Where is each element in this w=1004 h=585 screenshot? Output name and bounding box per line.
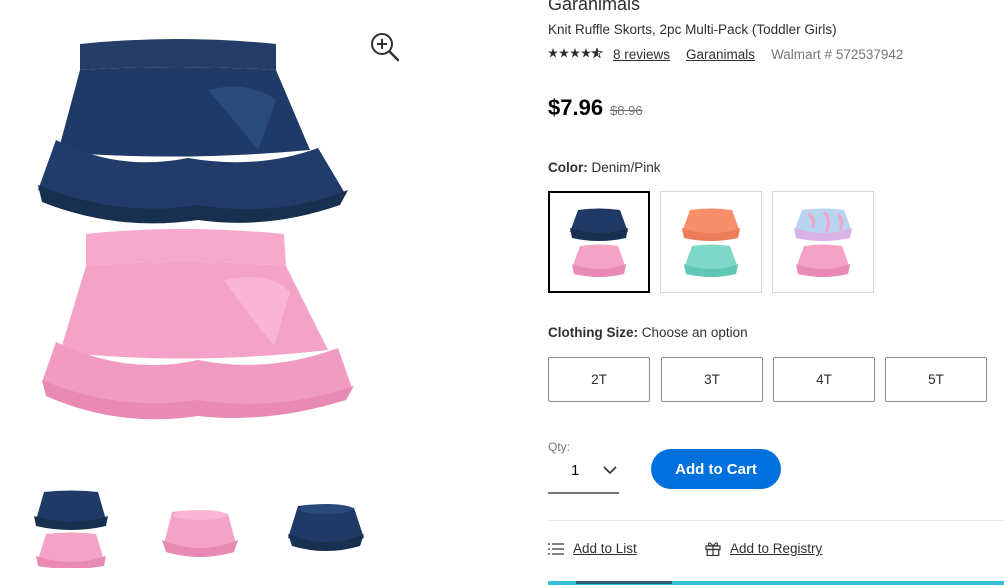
color-label-title: Color: bbox=[548, 160, 588, 175]
add-to-registry-link[interactable]: Add to Registry bbox=[730, 541, 822, 556]
list-icon bbox=[548, 542, 564, 555]
color-selected-value: Denim/Pink bbox=[591, 160, 661, 175]
chevron-down-icon bbox=[602, 463, 618, 481]
thumbnail-denim-skort[interactable] bbox=[284, 500, 368, 556]
gift-icon bbox=[705, 542, 721, 556]
thumbnail-pink-skort[interactable] bbox=[158, 506, 242, 562]
qty-value: 1 bbox=[571, 462, 580, 479]
qty-select[interactable]: 1 bbox=[548, 454, 619, 494]
main-product-image[interactable] bbox=[28, 30, 364, 430]
rating-row: 8 reviews Garanimals Walmart # 572537942 bbox=[548, 46, 904, 62]
size-option-5t[interactable]: 5T bbox=[885, 357, 987, 402]
thumbnail-denim-pink[interactable] bbox=[32, 488, 110, 569]
bottom-accent-segment bbox=[576, 581, 672, 584]
size-option-3t[interactable]: 3T bbox=[661, 357, 763, 402]
reviews-link[interactable]: 8 reviews bbox=[613, 47, 670, 62]
brand-link[interactable]: Garanimals bbox=[686, 47, 755, 62]
size-label-title: Clothing Size: bbox=[548, 325, 638, 340]
current-price: $7.96 bbox=[548, 95, 604, 120]
zoom-in-icon[interactable] bbox=[369, 31, 401, 63]
add-to-registry-action[interactable]: Add to Registry bbox=[705, 541, 822, 556]
add-to-list-link[interactable]: Add to List bbox=[573, 541, 637, 556]
color-swatch-coral-mint[interactable] bbox=[660, 191, 762, 293]
size-label: Clothing Size: Choose an option bbox=[548, 325, 748, 340]
size-option-2t[interactable]: 2T bbox=[548, 357, 650, 402]
color-swatch-tiedye-pink[interactable] bbox=[772, 191, 874, 293]
size-prompt: Choose an option bbox=[641, 325, 748, 340]
price-row: $7.96 $8.96 bbox=[548, 95, 643, 121]
add-to-cart-button[interactable]: Add to Cart bbox=[651, 449, 781, 489]
product-brand: Garanimals bbox=[548, 0, 641, 14]
color-swatch-denim-pink[interactable] bbox=[548, 191, 650, 293]
was-price: $8.96 bbox=[610, 103, 643, 118]
color-label: Color: Denim/Pink bbox=[548, 160, 661, 175]
qty-label: Qty: bbox=[548, 440, 571, 454]
rating-stars-icon bbox=[548, 46, 604, 61]
add-to-list-action[interactable]: Add to List bbox=[548, 541, 637, 556]
item-number: Walmart # 572537942 bbox=[771, 47, 904, 62]
product-title: Knit Ruffle Skorts, 2pc Multi-Pack (Todd… bbox=[548, 22, 837, 37]
divider bbox=[548, 520, 1004, 521]
size-option-4t[interactable]: 4T bbox=[773, 357, 875, 402]
